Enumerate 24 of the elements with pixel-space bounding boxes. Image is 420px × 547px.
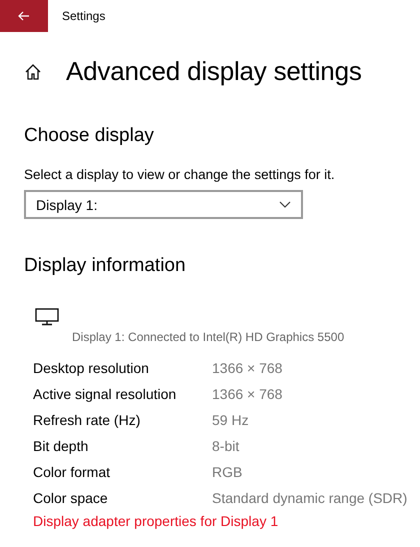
chevron-down-icon (279, 201, 291, 208)
info-label: Bit depth (33, 438, 90, 454)
info-value: 8-bit (212, 438, 240, 454)
info-value: 1366 × 768 (212, 386, 282, 402)
monitor-icon (35, 308, 59, 326)
info-label: Refresh rate (Hz) (33, 412, 142, 428)
connection-text: Display 1: Connected to Intel(R) HD Graphics 5500 (72, 330, 346, 344)
display-dropdown[interactable]: Display 1: (24, 190, 303, 219)
back-arrow-icon (18, 11, 30, 21)
info-value: 59 Hz (212, 412, 249, 428)
info-value: 1366 × 768 (212, 360, 282, 376)
prompt-text: Select a display to view or change the settings for it. (24, 167, 336, 182)
info-label: Color space (33, 490, 109, 506)
info-label: Color format (33, 464, 112, 480)
adapter-properties-link[interactable]: Display adapter properties for Display 1 (33, 513, 420, 529)
page-title: Advanced display settings (66, 56, 362, 87)
info-label: Active signal resolution (33, 386, 178, 402)
info-label: Desktop resolution (33, 360, 150, 376)
section-heading: Choose display (24, 125, 155, 147)
home-icon[interactable] (24, 62, 42, 80)
info-value: RGB (212, 464, 242, 480)
info-value: Standard dynamic range (SDR) (212, 490, 408, 506)
section-heading: Display information (24, 255, 187, 277)
window-title: Settings (62, 9, 106, 23)
